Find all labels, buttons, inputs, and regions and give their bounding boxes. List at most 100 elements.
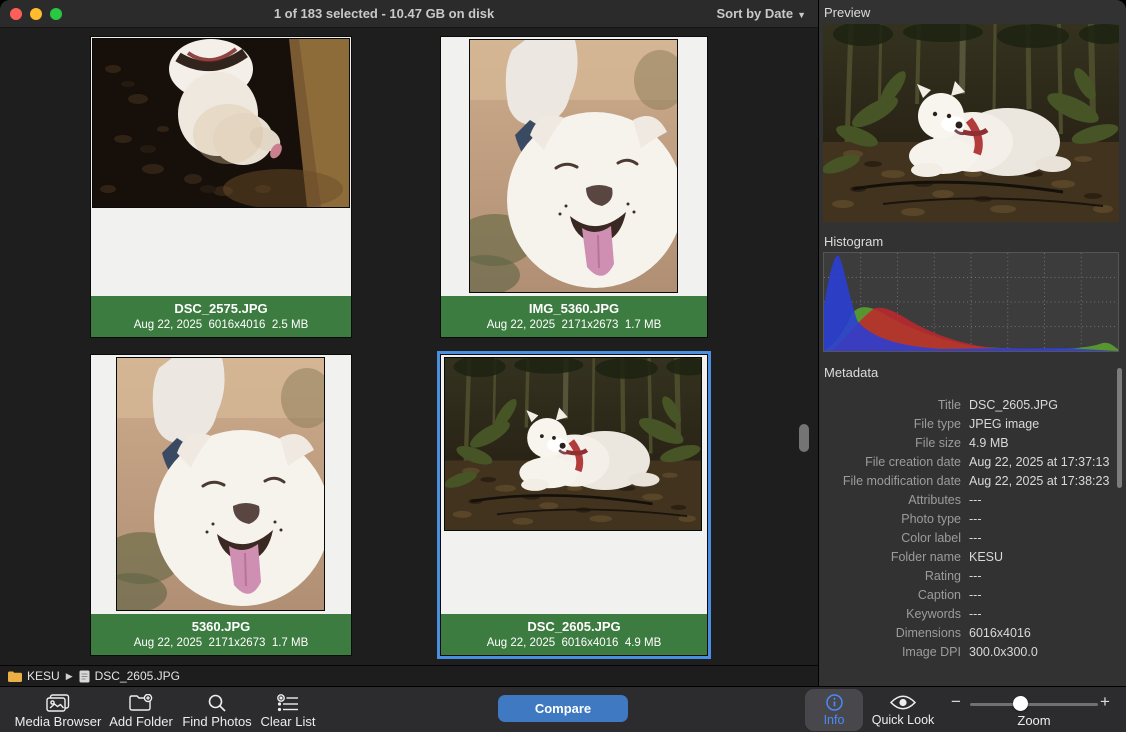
zoom-out-button[interactable]: − bbox=[951, 692, 961, 712]
title-bar: 1 of 183 selected - 10.47 GB on disk Sor… bbox=[0, 0, 818, 28]
photo-cell-img5360[interactable]: IMG_5360.JPG Aug 22, 2025 2171x2673 1.7 … bbox=[441, 37, 707, 337]
window-title: 1 of 183 selected - 10.47 GB on disk bbox=[80, 0, 688, 28]
metadata-value: JPEG image bbox=[969, 415, 1111, 434]
photo-info: Aug 22, 2025 6016x4016 2.5 MB bbox=[91, 317, 351, 333]
minimize-button[interactable] bbox=[30, 8, 42, 20]
metadata-label: Color label bbox=[819, 529, 961, 548]
metadata-value: --- bbox=[969, 605, 1111, 624]
media-browser-label: Media Browser bbox=[12, 714, 104, 729]
metadata-value: --- bbox=[969, 529, 1111, 548]
chevron-down-icon: ▼ bbox=[797, 10, 806, 20]
photo-filename: IMG_5360.JPG bbox=[441, 300, 707, 317]
photo-thumbnail bbox=[93, 39, 349, 207]
find-photos-label: Find Photos bbox=[180, 714, 254, 729]
preview-section-label: Preview bbox=[824, 5, 870, 20]
metadata-value: --- bbox=[969, 510, 1111, 529]
compare-button[interactable]: Compare bbox=[498, 695, 628, 722]
eye-icon bbox=[866, 689, 940, 713]
metadata-label: File creation date bbox=[819, 453, 961, 472]
folder-plus-icon bbox=[104, 693, 178, 713]
metadata-label: Dimensions bbox=[819, 624, 961, 643]
info-label: Info bbox=[805, 713, 863, 727]
breadcrumb: KESU ▶ DSC_2605.JPG bbox=[0, 665, 818, 686]
sort-dropdown[interactable]: Sort by Date▼ bbox=[717, 0, 807, 28]
metadata-value: Aug 22, 2025 at 17:38:23 bbox=[969, 472, 1111, 491]
photo-cell-5360[interactable]: 5360.JPG Aug 22, 2025 2171x2673 1.7 MB bbox=[91, 355, 351, 655]
quick-look-button[interactable]: Quick Look bbox=[866, 689, 940, 731]
metadata-label: File modification date bbox=[819, 472, 961, 491]
preview-image bbox=[823, 24, 1119, 222]
photo-info: Aug 22, 2025 2171x2673 1.7 MB bbox=[441, 317, 707, 333]
add-folder-button[interactable]: Add Folder bbox=[104, 693, 178, 729]
metadata-label: Rating bbox=[819, 567, 961, 586]
traffic-lights bbox=[10, 8, 62, 20]
app-window: 1 of 183 selected - 10.47 GB on disk Sor… bbox=[0, 0, 1126, 732]
metadata-value: --- bbox=[969, 491, 1111, 510]
photo-caption: DSC_2605.JPG Aug 22, 2025 6016x4016 4.9 … bbox=[441, 614, 707, 655]
photo-info: Aug 22, 2025 2171x2673 1.7 MB bbox=[91, 635, 351, 651]
photo-filename: DSC_2575.JPG bbox=[91, 300, 351, 317]
close-button[interactable] bbox=[10, 8, 22, 20]
metadata-scrollbar[interactable] bbox=[1117, 368, 1122, 488]
zoom-label: Zoom bbox=[970, 713, 1098, 728]
folder-icon bbox=[8, 671, 22, 682]
metadata-label: Title bbox=[819, 396, 961, 415]
metadata-label: Caption bbox=[819, 586, 961, 605]
metadata-value: Aug 22, 2025 at 17:37:13 bbox=[969, 453, 1111, 472]
photo-thumbnail bbox=[117, 358, 324, 610]
photo-thumbnail bbox=[445, 358, 701, 530]
info-sidebar: Preview Histogram Metadata bbox=[818, 0, 1126, 686]
metadata-label: File size bbox=[819, 434, 961, 453]
metadata-value: 6016x4016 bbox=[969, 624, 1111, 643]
histogram-chart bbox=[823, 252, 1119, 352]
breadcrumb-file-label: DSC_2605.JPG bbox=[95, 669, 180, 683]
breadcrumb-separator-icon: ▶ bbox=[66, 671, 73, 682]
photo-filename: 5360.JPG bbox=[91, 618, 351, 635]
metadata-value: --- bbox=[969, 586, 1111, 605]
metadata-label: Folder name bbox=[819, 548, 961, 567]
breadcrumb-folder[interactable]: KESU bbox=[8, 669, 60, 683]
grid-scrollbar[interactable] bbox=[799, 424, 809, 452]
clear-list-label: Clear List bbox=[256, 714, 320, 729]
metadata-value: 4.9 MB bbox=[969, 434, 1111, 453]
bottom-toolbar: Media Browser Add Folder Find Photos bbox=[0, 686, 1126, 732]
find-photos-button[interactable]: Find Photos bbox=[180, 693, 254, 729]
magnifier-icon bbox=[180, 693, 254, 713]
zoom-slider-track[interactable] bbox=[970, 703, 1098, 706]
info-circle-icon bbox=[805, 689, 863, 713]
photo-filename: DSC_2605.JPG bbox=[441, 618, 707, 635]
metadata-section-label: Metadata bbox=[824, 365, 878, 380]
photo-thumbnail bbox=[470, 40, 677, 292]
breadcrumb-file[interactable]: DSC_2605.JPG bbox=[79, 669, 180, 683]
photos-stack-icon bbox=[12, 693, 104, 713]
metadata-label: Keywords bbox=[819, 605, 961, 624]
histogram-section-label: Histogram bbox=[824, 234, 883, 249]
metadata-list: Title DSC_2605.JPG File type JPEG image Fi… bbox=[819, 396, 1126, 662]
metadata-label: File type bbox=[819, 415, 961, 434]
add-folder-label: Add Folder bbox=[104, 714, 178, 729]
photo-caption: 5360.JPG Aug 22, 2025 2171x2673 1.7 MB bbox=[91, 614, 351, 655]
metadata-value: KESU bbox=[969, 548, 1111, 567]
metadata-value: --- bbox=[969, 567, 1111, 586]
quick-look-label: Quick Look bbox=[866, 713, 940, 727]
media-browser-button[interactable]: Media Browser bbox=[12, 693, 104, 729]
metadata-label: Photo type bbox=[819, 510, 961, 529]
document-icon bbox=[79, 670, 90, 683]
metadata-label: Attributes bbox=[819, 491, 961, 510]
clear-list-button[interactable]: Clear List bbox=[256, 693, 320, 729]
photo-cell-dsc2605-selected[interactable]: DSC_2605.JPG Aug 22, 2025 6016x4016 4.9 … bbox=[441, 355, 707, 655]
metadata-label: Image DPI bbox=[819, 643, 961, 662]
fullscreen-button[interactable] bbox=[50, 8, 62, 20]
breadcrumb-folder-label: KESU bbox=[27, 669, 60, 683]
zoom-in-button[interactable]: + bbox=[1100, 692, 1110, 712]
zoom-slider-thumb[interactable] bbox=[1013, 696, 1028, 711]
photo-caption: DSC_2575.JPG Aug 22, 2025 6016x4016 2.5 … bbox=[91, 296, 351, 337]
sort-label: Sort by Date bbox=[717, 6, 794, 21]
metadata-value: DSC_2605.JPG bbox=[969, 396, 1111, 415]
photo-caption: IMG_5360.JPG Aug 22, 2025 2171x2673 1.7 … bbox=[441, 296, 707, 337]
metadata-value: 300.0x300.0 bbox=[969, 643, 1111, 662]
info-button[interactable]: Info bbox=[805, 689, 863, 731]
thumbnail-grid: DSC_2575.JPG Aug 22, 2025 6016x4016 2.5 … bbox=[0, 28, 818, 665]
photo-cell-dsc2575[interactable]: DSC_2575.JPG Aug 22, 2025 6016x4016 2.5 … bbox=[91, 37, 351, 337]
list-clear-icon bbox=[256, 693, 320, 713]
